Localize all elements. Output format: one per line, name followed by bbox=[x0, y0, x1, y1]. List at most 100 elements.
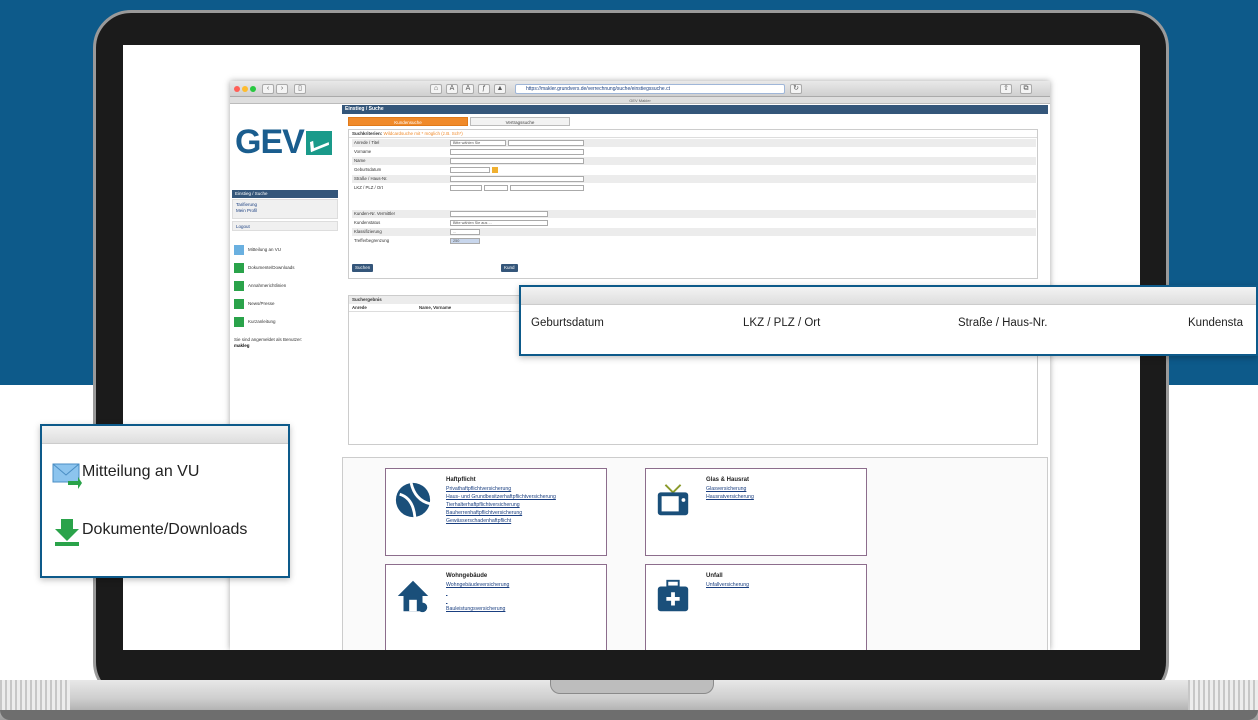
kundenstatus-select[interactable]: Bitte wählen Sie aus ... bbox=[450, 220, 548, 226]
download-icon bbox=[234, 299, 244, 309]
font-larger-icon[interactable]: A bbox=[462, 84, 474, 94]
callout-menu: Mitteilung an VU Dokumente/Downloads bbox=[40, 424, 290, 578]
side-item-kurzanleitung[interactable]: Kurzanleitung bbox=[234, 317, 276, 327]
criteria-title: Suchkriterien: Wildcardsuche mit * mögli… bbox=[349, 130, 1037, 138]
laptop-notch bbox=[550, 680, 714, 694]
tab-kundensuche[interactable]: Kundensuche bbox=[348, 117, 468, 126]
col-geburtsdatum[interactable]: Geburtsdatum bbox=[531, 317, 604, 329]
download-icon bbox=[234, 263, 244, 273]
browser-window: ‹ › ▯ ⌂ A A ƒ ▲ https://makler.grundvers… bbox=[230, 81, 1050, 650]
name-input[interactable] bbox=[450, 158, 584, 164]
callout-columns: Geburtsdatum LKZ / PLZ / Ort Straße / Ha… bbox=[519, 285, 1258, 356]
font-smaller-icon[interactable]: A bbox=[446, 84, 458, 94]
kundennr-input[interactable] bbox=[450, 211, 548, 217]
card-haftpflicht: Haftpflicht Privathaftpflichtversicherun… bbox=[385, 468, 607, 556]
link-bauleistung[interactable]: Bauleistungsversicherung bbox=[446, 605, 509, 613]
form-row-strasse: Straße / Haus-Nr. bbox=[352, 175, 1036, 183]
link-bauherren[interactable]: Bauherrenhaftpflichtversicherung bbox=[446, 509, 556, 517]
share-icon[interactable]: ⇧ bbox=[1000, 84, 1012, 94]
tv-icon bbox=[657, 484, 689, 516]
link-haus-grundbesitzer[interactable]: Haus- und Grundbesitzerhaftpflichtversic… bbox=[446, 493, 556, 501]
home-icon[interactable]: ⌂ bbox=[430, 84, 442, 94]
back-icon[interactable]: ‹ bbox=[262, 84, 274, 94]
form-row-klassifizierung: Klassifizierung... bbox=[352, 228, 1036, 236]
form-row-vorname: Vorname bbox=[352, 148, 1036, 156]
link-glasversicherung[interactable]: Glasversicherung bbox=[706, 485, 754, 493]
strasse-input[interactable] bbox=[450, 176, 584, 182]
menu-item-mitteilung[interactable]: Mitteilung an VU bbox=[52, 456, 199, 489]
menu-item-dokumente[interactable]: Dokumente/Downloads bbox=[52, 514, 247, 546]
col-strasse[interactable]: Straße / Haus-Nr. bbox=[958, 317, 1047, 329]
col-anrede[interactable]: Anrede bbox=[352, 304, 367, 312]
card-wohngebaeude: Wohngebäude Wohngebäudeversicherung Baul… bbox=[385, 564, 607, 650]
form-row-trefferbegrenzung: Trefferbegrenzung 250 bbox=[352, 237, 1036, 245]
first-aid-icon bbox=[657, 579, 689, 612]
format-icon[interactable]: ƒ bbox=[478, 84, 490, 94]
side-item-news[interactable]: News/Presse bbox=[234, 299, 275, 309]
form-row-kundenstatus: Kundenstatus Bitte wählen Sie aus ... bbox=[352, 219, 1036, 227]
search-button[interactable]: Suchen bbox=[352, 264, 374, 272]
vorname-input[interactable] bbox=[450, 149, 584, 155]
nav-item-mein-profil[interactable]: Mein Profil bbox=[236, 208, 334, 214]
calendar-icon[interactable] bbox=[492, 167, 498, 173]
laptop-base-texture bbox=[1188, 680, 1258, 710]
forward-icon[interactable]: › bbox=[276, 84, 288, 94]
beach-ball-icon bbox=[395, 482, 431, 518]
form-row-ort: LKZ / PLZ / Ort bbox=[352, 184, 1036, 192]
trefferbegrenzung-input[interactable]: 250 bbox=[450, 238, 480, 244]
link-privathaftpflicht[interactable]: Privathaftpflichtversicherung bbox=[446, 485, 556, 493]
left-nav-header[interactable]: Einstieg / Suche bbox=[232, 190, 338, 198]
login-note: Sie sind angemeldet als Benutzer: makleg bbox=[234, 337, 303, 348]
col-name[interactable]: Name, Vorname bbox=[419, 304, 451, 312]
web-page: GEV Einstieg / Suche Tarifierung Mein Pr… bbox=[230, 105, 1050, 650]
anrede-select[interactable]: Bitte wählen Sie bbox=[450, 140, 506, 146]
callout-column-row: Geburtsdatum LKZ / PLZ / Ort Straße / Ha… bbox=[521, 305, 1256, 355]
callout-header bbox=[42, 426, 288, 444]
logout-link[interactable]: Logout bbox=[232, 221, 338, 231]
maximize-window-icon[interactable] bbox=[250, 86, 256, 92]
download-icon bbox=[234, 317, 244, 327]
col-lkz-plz-ort[interactable]: LKZ / PLZ / Ort bbox=[743, 317, 820, 329]
lock-icon: ▲ bbox=[494, 84, 506, 94]
geburtsdatum-input[interactable] bbox=[450, 167, 490, 173]
url-bar[interactable]: https://makler.grundvers.de/verrechnung/… bbox=[515, 84, 785, 94]
card-glas-hausrat: Glas & Hausrat Glasversicherung Hausratv… bbox=[645, 468, 867, 556]
browser-toolbar: ‹ › ▯ ⌂ A A ƒ ▲ https://makler.grundvers… bbox=[230, 81, 1050, 97]
search-tabs: Kundensuche Vertragssuche bbox=[342, 117, 1048, 127]
form-row-name: Name bbox=[352, 157, 1036, 165]
minimize-window-icon[interactable] bbox=[242, 86, 248, 92]
link-wohngebaeude[interactable]: Wohngebäudeversicherung bbox=[446, 581, 509, 589]
link-hausratversicherung[interactable]: Hausratversicherung bbox=[706, 493, 754, 501]
link-unfallversicherung[interactable]: Unfallversicherung bbox=[706, 581, 749, 589]
side-item-annahmerichtlinien[interactable]: Annahmerichtlinien bbox=[234, 281, 286, 291]
callout-header bbox=[521, 287, 1256, 305]
tab-vertragssuche[interactable]: Vertragssuche bbox=[470, 117, 570, 126]
sidebar-icon[interactable]: ▯ bbox=[294, 84, 306, 94]
side-item-mitteilung[interactable]: Mitteilung an VU bbox=[234, 245, 281, 255]
main-content: Einstieg / Suche Kundensuche Vertragssuc… bbox=[342, 105, 1048, 650]
link-tierhalter[interactable]: Tierhalterhaftpflichtversicherung bbox=[446, 501, 556, 509]
main-header: Einstieg / Suche bbox=[342, 105, 1048, 114]
card-title: Wohngebäude bbox=[446, 573, 488, 579]
logo-mark-icon bbox=[305, 131, 332, 155]
col-kundenstatus[interactable]: Kundensta bbox=[1188, 317, 1243, 329]
side-item-dokumente[interactable]: Dokumente/Downloads bbox=[234, 263, 295, 273]
kunde-button[interactable]: Kund bbox=[501, 264, 518, 272]
card-title: Unfall bbox=[706, 573, 723, 579]
left-nav-box: Tarifierung Mein Profil bbox=[232, 199, 338, 219]
gev-logo[interactable]: GEV bbox=[235, 123, 332, 162]
plz-input[interactable] bbox=[484, 185, 508, 191]
reload-icon[interactable]: ↻ bbox=[790, 84, 802, 94]
klassifizierung-select[interactable]: ... bbox=[450, 229, 480, 235]
laptop-base-texture bbox=[0, 680, 70, 710]
titel-input[interactable] bbox=[508, 140, 584, 146]
laptop-base-edge bbox=[0, 710, 1258, 720]
lkz-select[interactable] bbox=[450, 185, 482, 191]
ort-input[interactable] bbox=[510, 185, 584, 191]
search-form: Suchkriterien: Wildcardsuche mit * mögli… bbox=[348, 129, 1038, 279]
close-window-icon[interactable] bbox=[234, 86, 240, 92]
link-gewaesserschaden[interactable]: Gewässerschadenhaftpflicht bbox=[446, 517, 556, 525]
tabs-icon[interactable]: ⧉ bbox=[1020, 84, 1032, 94]
browser-tab-title[interactable]: GEV Makler bbox=[230, 97, 1050, 104]
form-row-anrede: Anrede / Titel Bitte wählen Sie bbox=[352, 139, 1036, 147]
